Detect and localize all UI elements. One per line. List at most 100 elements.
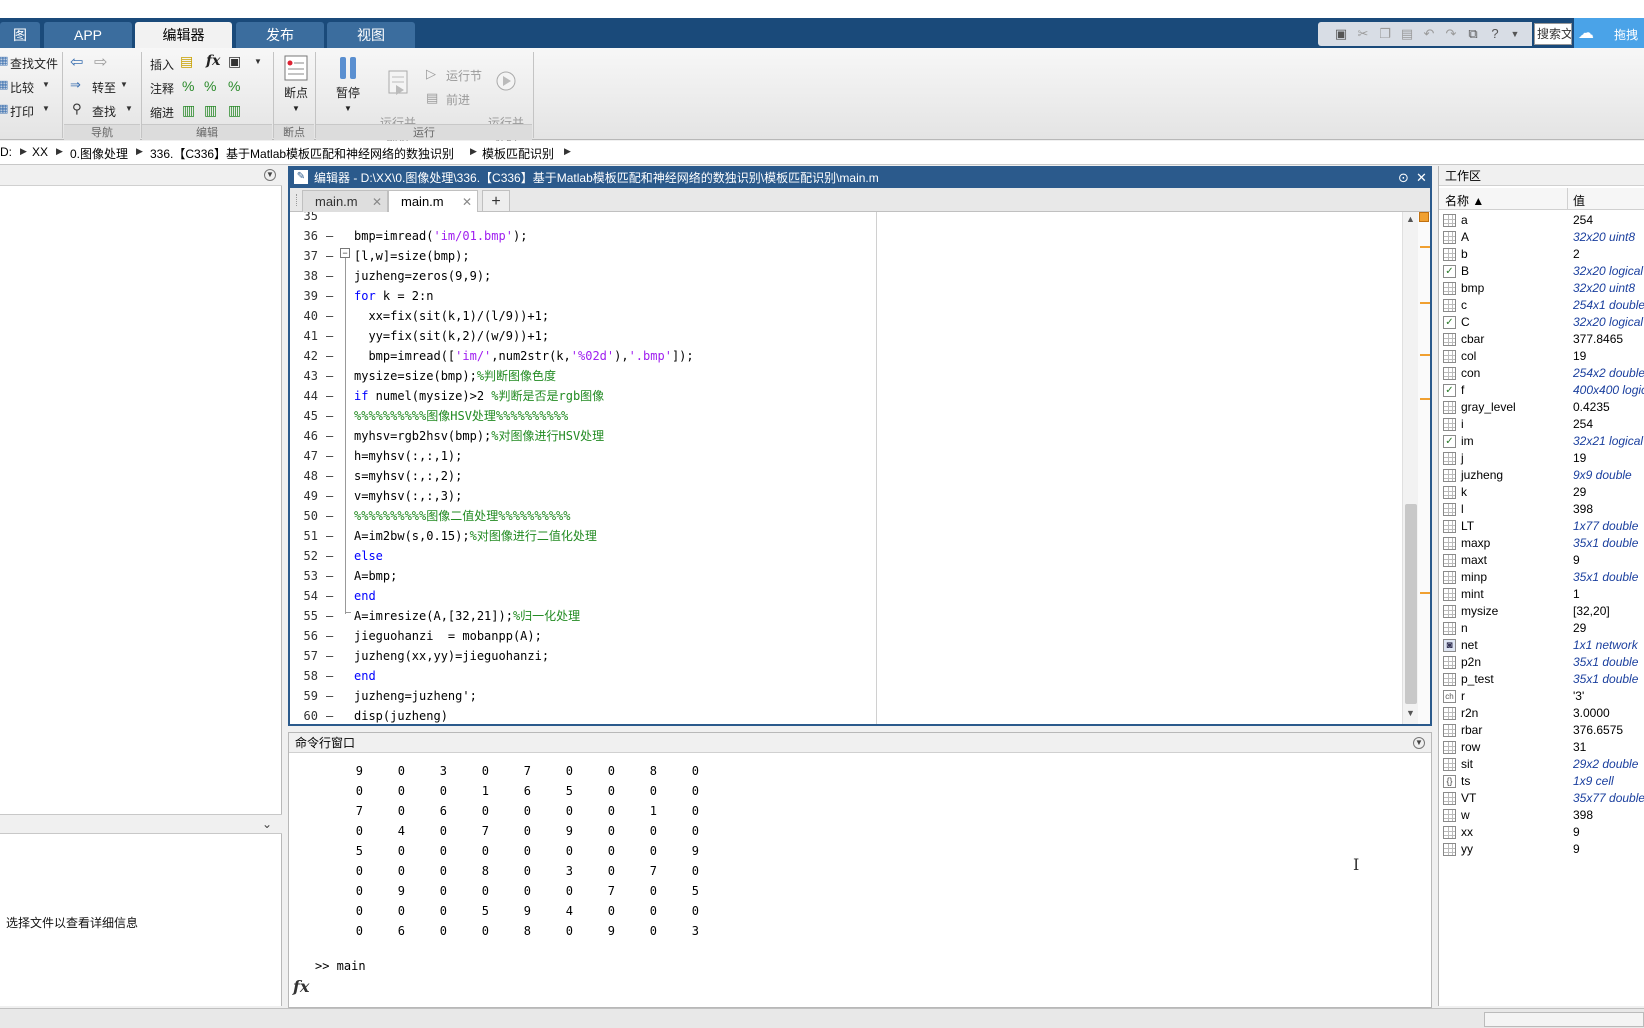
workspace-variable-row[interactable]: yy 9 — [1439, 841, 1644, 858]
smart-indent-icon[interactable]: ▥ — [182, 102, 195, 119]
workspace-variable-row[interactable]: maxt 9 — [1439, 552, 1644, 569]
code-line[interactable]: 59– juzheng=juzheng'; — [290, 686, 1390, 706]
column-separator[interactable] — [1567, 188, 1568, 210]
editor-tab-main-1[interactable]: main.m ✕ — [302, 190, 388, 212]
close-icon[interactable]: ✕ — [372, 191, 382, 213]
command-prompt[interactable]: >> main — [315, 959, 366, 973]
breadcrumb-template-matching[interactable]: 模板匹配识别 — [482, 145, 554, 162]
breakpoint-gutter[interactable]: – — [326, 306, 333, 326]
name-column-header[interactable]: 名称 ▲ — [1445, 192, 1484, 209]
breakpoint-gutter[interactable]: – — [326, 286, 333, 306]
workspace-variable-row[interactable]: ◙ net 1x1 network — [1439, 637, 1644, 654]
decrease-indent-icon[interactable]: ▥ — [228, 102, 241, 119]
workspace-variable-row[interactable]: sit 29x2 double — [1439, 756, 1644, 773]
increase-indent-icon[interactable]: ▥ — [204, 102, 217, 119]
find-files-button[interactable]: 查找文件 — [10, 55, 58, 72]
chevron-right-icon[interactable]: ▶ — [470, 146, 477, 157]
breakpoint-gutter[interactable]: – — [326, 406, 333, 426]
paste-icon[interactable]: ▤ — [1398, 26, 1416, 42]
code-line[interactable]: 38– juzheng=zeros(9,9); — [290, 266, 1390, 286]
new-tab-button[interactable]: + — [482, 190, 510, 212]
chevron-down-icon[interactable]: ▼ — [1506, 26, 1524, 42]
code-line[interactable]: 55– A=imresize(A,[32,21]);%归一化处理 — [290, 606, 1390, 626]
workspace-variable-row[interactable]: maxp 35x1 double — [1439, 535, 1644, 552]
workspace-variable-row[interactable]: j 19 — [1439, 450, 1644, 467]
breakpoint-gutter[interactable]: – — [326, 366, 333, 386]
code-area[interactable]: 35 36– bmp=imread('im/01.bmp'); 37– [l,w]=si… — [290, 212, 1410, 724]
code-line[interactable]: 48– s=myhsv(:,:,2); — [290, 466, 1390, 486]
workspace-variable-row[interactable]: c 254x1 double — [1439, 297, 1644, 314]
workspace-variable-row[interactable]: ch r '3' — [1439, 688, 1644, 705]
code-line[interactable]: 43– mysize=size(bmp);%判断图像色度 — [290, 366, 1390, 386]
breakpoint-gutter[interactable]: – — [326, 606, 333, 626]
editor-scroll-thumb[interactable] — [1405, 504, 1417, 704]
breakpoint-gutter[interactable]: – — [326, 566, 333, 586]
pause-button[interactable]: 暂停 ▼ — [326, 54, 370, 116]
editor-tab-main-2[interactable]: main.m ✕ — [388, 190, 478, 212]
code-line[interactable]: 49– v=myhsv(:,:,3); — [290, 486, 1390, 506]
breakpoint-gutter[interactable]: – — [326, 226, 333, 246]
comment-button[interactable]: 注释 — [150, 80, 174, 97]
workspace-variable-row[interactable]: i 254 — [1439, 416, 1644, 433]
breakpoint-gutter[interactable]: – — [326, 646, 333, 666]
workspace-variable-row[interactable]: ✓ B 32x20 logical — [1439, 263, 1644, 280]
breakpoint-gutter[interactable]: – — [326, 486, 333, 506]
warning-marker[interactable] — [1420, 246, 1430, 248]
search-documentation-input[interactable]: 搜索文 — [1534, 23, 1572, 45]
code-line[interactable]: 52– else — [290, 546, 1390, 566]
code-analyzer-status-icon[interactable] — [1419, 212, 1429, 222]
breadcrumb-drive[interactable]: D: — [0, 145, 12, 159]
workspace-variable-row[interactable]: con 254x2 double — [1439, 365, 1644, 382]
advance-button[interactable]: 前进 — [446, 91, 470, 108]
code-line[interactable]: 35 — [290, 212, 1390, 226]
tab-app[interactable]: APP — [44, 22, 132, 48]
breakpoint-gutter[interactable]: – — [326, 246, 333, 266]
breakpoint-gutter[interactable]: – — [326, 386, 333, 406]
warning-marker[interactable] — [1420, 398, 1430, 400]
chevron-down-icon[interactable]: ▼ — [254, 57, 262, 66]
editor-scrollbar[interactable]: ▲ ▼ — [1402, 212, 1418, 724]
value-column-header[interactable]: 值 — [1573, 192, 1585, 209]
find-button[interactable]: 查找 — [92, 103, 116, 120]
workspace-variable-row[interactable]: A 32x20 uint8 — [1439, 229, 1644, 246]
tab-figure[interactable]: 图 — [0, 22, 40, 48]
warning-marker[interactable] — [1420, 302, 1430, 304]
code-line[interactable]: 47– h=myhsv(:,:,1); — [290, 446, 1390, 466]
goto-button[interactable]: 转至 — [92, 79, 116, 96]
close-icon[interactable]: ✕ — [1416, 168, 1427, 188]
breakpoints-button[interactable]: 断点 ▼ — [278, 54, 314, 116]
workspace-variable-row[interactable]: mint 1 — [1439, 586, 1644, 603]
scroll-up-icon[interactable]: ▲ — [1406, 214, 1415, 224]
workspace-variable-row[interactable]: row 31 — [1439, 739, 1644, 756]
workspace-variable-row[interactable]: p_test 35x1 double — [1439, 671, 1644, 688]
code-line[interactable]: 50– %%%%%%%%%%图像二值处理%%%%%%%%%% — [290, 506, 1390, 526]
breakpoint-gutter[interactable]: – — [326, 446, 333, 466]
workspace-variable-row[interactable]: {} ts 1x9 cell — [1439, 773, 1644, 790]
code-line[interactable]: 39– for k = 2:n — [290, 286, 1390, 306]
code-line[interactable]: 41– yy=fix(sit(k,2)/(w/9))+1; — [290, 326, 1390, 346]
breadcrumb-xx[interactable]: XX — [32, 145, 48, 159]
breakpoint-gutter[interactable]: – — [326, 546, 333, 566]
code-line[interactable]: 54– end — [290, 586, 1390, 606]
back-arrow-icon[interactable]: ⇦ — [70, 52, 83, 72]
chevron-right-icon[interactable]: ▶ — [20, 146, 27, 157]
panel-options-icon[interactable]: ▼ — [1413, 737, 1425, 749]
code-line[interactable]: 58– end — [290, 666, 1390, 686]
workspace-variable-row[interactable]: b2 — [1439, 246, 1644, 263]
workspace-variable-row[interactable]: cbar 377.8465 — [1439, 331, 1644, 348]
tab-publish[interactable]: 发布 — [236, 22, 324, 48]
workspace-variable-row[interactable]: l 398 — [1439, 501, 1644, 518]
command-window[interactable]: 命令行窗口 ▼ 90307008000016500070600001004070… — [288, 732, 1432, 1008]
comment-icon[interactable]: % — [182, 78, 194, 94]
workspace-variable-row[interactable]: a 254 — [1439, 212, 1644, 229]
switch-windows-icon[interactable]: ⧉ — [1464, 26, 1482, 42]
compare-button[interactable]: 比较 — [10, 79, 34, 96]
chevron-down-icon[interactable]: ▼ — [125, 104, 133, 113]
breakpoint-gutter[interactable]: – — [326, 526, 333, 546]
undo-icon[interactable]: ↶ — [1420, 26, 1438, 42]
editor-options-icon[interactable]: ⊙ — [1398, 168, 1409, 188]
close-icon[interactable]: ✕ — [462, 191, 472, 213]
insert-button[interactable]: 插入 — [150, 56, 174, 73]
workspace-variable-row[interactable]: k 29 — [1439, 484, 1644, 501]
breakpoint-gutter[interactable]: – — [326, 666, 333, 686]
